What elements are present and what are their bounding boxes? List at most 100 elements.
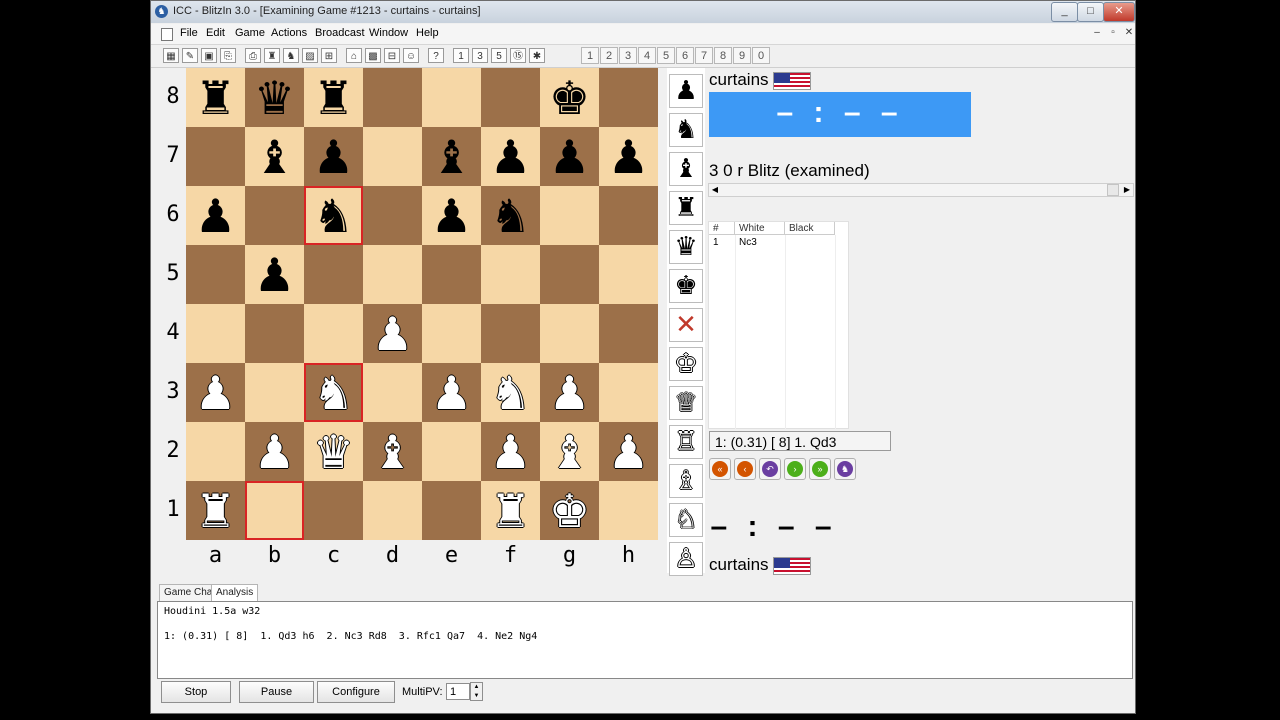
square-f7[interactable]: ♟ — [481, 127, 540, 186]
black-pawn-icon[interactable]: ♟ — [195, 193, 236, 239]
square-b7[interactable]: ♝ — [245, 127, 304, 186]
square-d2[interactable]: ♝ — [363, 422, 422, 481]
square-c3[interactable]: ♞ — [304, 363, 363, 422]
chess-board[interactable]: ♜ ♛ ♜ ♚ ♝ ♟ ♝ ♟ ♟ ♟ ♟ ♞ ♟ ♞ ♟ ♟ ♟ ♞ ♟ ♞ ♟ ♟ ♛ ♝ ♟ ♝ ♟ ♜ ♜ ♚ — [186, 68, 658, 540]
white-bishop-icon[interactable]: ♝ — [549, 429, 590, 475]
square-g3[interactable]: ♟ — [540, 363, 599, 422]
square-g7[interactable]: ♟ — [540, 127, 599, 186]
white-rook-icon[interactable]: ♜ — [195, 488, 236, 534]
multipv-stepper[interactable]: ▲ ▼ — [470, 682, 483, 701]
grid-icon[interactable]: ▩ — [365, 48, 381, 63]
black-pawn-icon[interactable]: ♟ — [431, 193, 472, 239]
next-move-button[interactable]: › — [784, 458, 806, 480]
square-c1[interactable] — [304, 481, 363, 540]
scroll-left-icon[interactable]: ◀ — [709, 184, 721, 196]
configure-button[interactable]: Configure — [317, 681, 395, 703]
square-b6[interactable] — [245, 186, 304, 245]
move-white[interactable]: Nc3 — [739, 237, 757, 248]
square-f5[interactable] — [481, 245, 540, 304]
black-knight-icon[interactable]: ♞ — [490, 193, 531, 239]
black-king-icon[interactable]: ♚ — [549, 75, 590, 121]
square-d6[interactable] — [363, 186, 422, 245]
square-h7[interactable]: ♟ — [599, 127, 658, 186]
square-b3[interactable] — [245, 363, 304, 422]
number-button-3[interactable]: 3 — [619, 47, 637, 64]
square-c7[interactable]: ♟ — [304, 127, 363, 186]
seek-5-icon[interactable]: 5 — [491, 48, 507, 63]
number-button-7[interactable]: 7 — [695, 47, 713, 64]
square-c5[interactable] — [304, 245, 363, 304]
square-d7[interactable] — [363, 127, 422, 186]
number-button-9[interactable]: 9 — [733, 47, 751, 64]
black-rook-icon[interactable]: ♜ — [313, 75, 354, 121]
square-f6[interactable]: ♞ — [481, 186, 540, 245]
menu-file[interactable]: File — [180, 27, 198, 39]
seek-1-icon[interactable]: 1 — [453, 48, 469, 63]
square-e1[interactable] — [422, 481, 481, 540]
pause-button[interactable]: Pause — [239, 681, 314, 703]
square-d4[interactable]: ♟ — [363, 304, 422, 363]
document-icon[interactable] — [161, 28, 173, 41]
black-knight-icon[interactable]: ♞ — [313, 193, 354, 239]
square-b8[interactable]: ♛ — [245, 68, 304, 127]
square-f3[interactable]: ♞ — [481, 363, 540, 422]
white-knight-icon[interactable]: ♞ — [313, 370, 354, 416]
square-g2[interactable]: ♝ — [540, 422, 599, 481]
menu-edit[interactable]: Edit — [206, 27, 225, 39]
square-f2[interactable]: ♟ — [481, 422, 540, 481]
square-c8[interactable]: ♜ — [304, 68, 363, 127]
square-h2[interactable]: ♟ — [599, 422, 658, 481]
black-bishop-icon[interactable]: ♝ — [254, 134, 295, 180]
square-d3[interactable] — [363, 363, 422, 422]
mdi-minimize-button[interactable]: – — [1091, 27, 1103, 39]
engine-icon[interactable]: ♞ — [283, 48, 299, 63]
square-e3[interactable]: ♟ — [422, 363, 481, 422]
white-pawn-icon[interactable]: ♟ — [195, 370, 236, 416]
square-a3[interactable]: ♟ — [186, 363, 245, 422]
white-pawn-icon[interactable]: ♟ — [549, 370, 590, 416]
edit-icon[interactable]: ✎ — [182, 48, 198, 63]
square-f4[interactable] — [481, 304, 540, 363]
black-queen-icon[interactable]: ♛ — [669, 230, 703, 264]
square-b1[interactable] — [245, 481, 304, 540]
square-g8[interactable]: ♚ — [540, 68, 599, 127]
table-row[interactable]: 1 Nc3 — [709, 237, 835, 250]
number-button-1[interactable]: 1 — [581, 47, 599, 64]
square-d1[interactable] — [363, 481, 422, 540]
square-b4[interactable] — [245, 304, 304, 363]
clear-square-icon[interactable]: ✕ — [669, 308, 703, 342]
number-button-8[interactable]: 8 — [714, 47, 732, 64]
number-button-4[interactable]: 4 — [638, 47, 656, 64]
number-button-6[interactable]: 6 — [676, 47, 694, 64]
board-icon[interactable]: ♜ — [264, 48, 280, 63]
black-bishop-icon[interactable]: ♝ — [431, 134, 472, 180]
black-pawn-icon[interactable]: ♟ — [254, 252, 295, 298]
square-f1[interactable]: ♜ — [481, 481, 540, 540]
black-pawn-icon[interactable]: ♟ — [313, 134, 354, 180]
arrange-icon[interactable]: ⊟ — [384, 48, 400, 63]
square-e6[interactable]: ♟ — [422, 186, 481, 245]
menu-window[interactable]: Window — [369, 27, 408, 39]
white-pawn-icon[interactable]: ♟ — [431, 370, 472, 416]
square-a7[interactable] — [186, 127, 245, 186]
square-h4[interactable] — [599, 304, 658, 363]
number-button-2[interactable]: 2 — [600, 47, 618, 64]
tab-analysis[interactable]: Analysis — [211, 584, 259, 601]
square-e2[interactable] — [422, 422, 481, 481]
square-e8[interactable] — [422, 68, 481, 127]
white-pawn-icon[interactable]: ♟ — [490, 429, 531, 475]
number-button-0[interactable]: 0 — [752, 47, 770, 64]
white-bishop-icon[interactable]: ♝ — [372, 429, 413, 475]
square-h3[interactable] — [599, 363, 658, 422]
help-icon[interactable]: ? — [428, 48, 444, 63]
square-g6[interactable] — [540, 186, 599, 245]
square-h5[interactable] — [599, 245, 658, 304]
square-e5[interactable] — [422, 245, 481, 304]
menu-help[interactable]: Help — [416, 27, 439, 39]
white-bishop-icon[interactable]: ♗ — [669, 464, 703, 498]
black-pawn-icon[interactable]: ♟ — [608, 134, 649, 180]
mdi-restore-button[interactable]: ▫ — [1107, 27, 1119, 39]
seek-15-icon[interactable]: ⑮ — [510, 48, 526, 63]
white-pawn-icon[interactable]: ♟ — [254, 429, 295, 475]
house-icon[interactable]: ⌂ — [346, 48, 362, 63]
